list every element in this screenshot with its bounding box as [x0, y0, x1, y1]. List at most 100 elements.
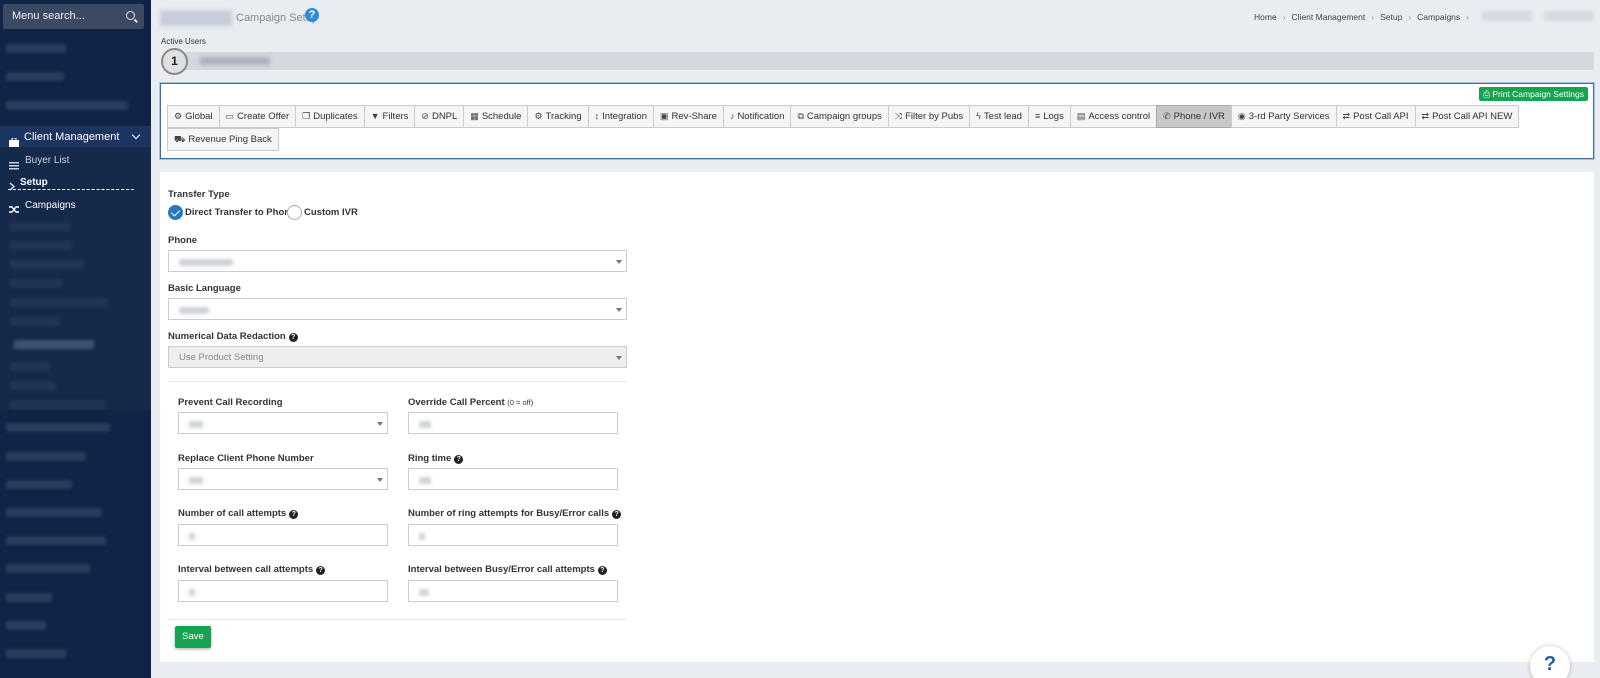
breadcrumb-client-management[interactable]: Client Management	[1292, 12, 1366, 22]
sidebar-item-blurred[interactable]	[10, 362, 50, 371]
tab-duplicates[interactable]: ❐ Duplicates	[295, 105, 365, 128]
tab-tracking[interactable]: ⚙ Tracking	[527, 105, 589, 128]
radio-custom-ivr[interactable]	[287, 205, 302, 220]
input-value-blurred	[419, 477, 431, 484]
phone-select[interactable]	[168, 250, 627, 272]
tab-global[interactable]: ⚙ Global	[167, 105, 220, 128]
label-text: Interval between Busy/Error call attempt…	[408, 564, 595, 575]
sidebar-item-blurred[interactable]	[6, 452, 86, 461]
tab-label: Phone / IVR	[1173, 111, 1225, 122]
sidebar-item-blurred[interactable]	[10, 260, 84, 269]
ring-time-input[interactable]	[408, 468, 618, 490]
sidebar-item-blurred[interactable]	[6, 480, 72, 489]
search-icon[interactable]	[126, 11, 135, 20]
sidebar-item-client-management[interactable]: Client Management	[0, 126, 151, 148]
sidebar-item-setup[interactable]: Setup	[0, 172, 151, 194]
prevent-call-recording-select[interactable]	[178, 412, 388, 434]
question-circle-icon[interactable]: ?	[597, 566, 607, 575]
radio-label[interactable]: Custom IVR	[304, 207, 358, 218]
label-hint: (0 = off)	[507, 398, 534, 407]
sidebar-item-blurred[interactable]	[6, 101, 128, 110]
question-circle-icon[interactable]: ?	[454, 455, 464, 464]
tab-phone-ivr[interactable]: ✆ Phone / IVR	[1156, 105, 1232, 128]
tab-logs[interactable]: ≡ Logs	[1027, 105, 1071, 128]
ring-attempts-label: Number of ring attempts for Busy/Error c…	[408, 508, 622, 519]
sidebar-item-blurred[interactable]	[10, 222, 70, 231]
tab-label: Campaign groups	[806, 111, 882, 122]
credit-card-icon: ▭	[225, 111, 235, 121]
sidebar-item-blurred[interactable]	[6, 423, 110, 432]
tab-campaign-groups[interactable]: ⧉ Campaign groups	[790, 105, 889, 128]
floating-help-button[interactable]: ?	[1530, 646, 1570, 678]
tab-test-lead[interactable]: ϟ Test lead	[969, 105, 1029, 128]
call-attempts-input[interactable]	[178, 524, 388, 546]
tab-notification[interactable]: ♪ Notification	[722, 105, 792, 128]
question-circle-icon[interactable]: ?	[316, 566, 326, 575]
tab-revenue-ping-back[interactable]: ⛟ Revenue Ping Back	[167, 128, 279, 151]
sidebar-item-blurred[interactable]	[10, 400, 106, 409]
interval-busy-attempts-input[interactable]	[408, 580, 618, 602]
label-text: Interval between call attempts	[178, 564, 314, 575]
sidebar-item-blurred[interactable]	[6, 593, 52, 602]
sidebar-item-blurred[interactable]	[6, 536, 106, 545]
tab-label: Create Offer	[237, 111, 290, 122]
tab-schedule[interactable]: ▦ Schedule	[463, 105, 529, 128]
exchange-icon: ⇄	[1342, 111, 1351, 121]
breadcrumb-blurred[interactable]	[1482, 11, 1532, 21]
sidebar-item-blurred[interactable]	[10, 298, 108, 307]
sidebar-item-blurred[interactable]	[6, 564, 90, 573]
override-call-percent-input[interactable]	[408, 412, 618, 434]
tab-create-offer[interactable]: ▭ Create Offer	[218, 105, 297, 128]
sidebar-item-blurred[interactable]	[6, 72, 64, 81]
sidebar-item-blurred[interactable]	[6, 508, 102, 517]
sidebar-item-buyer-list[interactable]: Buyer List	[0, 150, 151, 172]
breadcrumb-campaigns[interactable]: Campaigns	[1417, 12, 1460, 22]
sidebar-item-blurred[interactable]	[10, 279, 62, 288]
sidebar-item-blurred[interactable]	[10, 317, 60, 326]
breadcrumb-setup[interactable]: Setup	[1380, 12, 1402, 22]
tab-post-call-api[interactable]: ⇄ Post Call API	[1335, 105, 1416, 128]
question-circle-icon[interactable]: ?	[289, 510, 299, 519]
breadcrumb-home[interactable]: Home	[1254, 12, 1277, 22]
tab-filter-by-pubs[interactable]: ⤨ Filter by Pubs	[887, 105, 971, 128]
tab-access-control[interactable]: ▤ Access control	[1069, 105, 1158, 128]
phone-icon: ✆	[1163, 111, 1171, 121]
breadcrumb-separator: ›	[1408, 12, 1412, 22]
bolt-icon: ϟ	[976, 111, 981, 121]
menu-search-input[interactable]: Menu search...	[3, 4, 144, 29]
question-circle-icon[interactable]: ?	[288, 333, 298, 342]
sidebar-item-blurred[interactable]	[6, 649, 66, 658]
save-button[interactable]: Save	[175, 626, 211, 648]
tab-post-call-api-new[interactable]: ⇄ Post Call API NEW	[1414, 105, 1520, 128]
numerical-data-redaction-select: Use Product Setting	[168, 346, 627, 368]
tab-integration[interactable]: ↕ Integration	[587, 105, 654, 128]
sidebar-item-blurred[interactable]	[14, 340, 94, 349]
tab-label: Schedule	[481, 111, 522, 122]
input-value-blurred	[419, 589, 429, 596]
replace-client-phone-select[interactable]	[178, 468, 388, 490]
tab-filters[interactable]: ▼ Filters	[363, 105, 416, 128]
sidebar: Menu search... Client Management Buyer L…	[0, 0, 151, 678]
caret-down-icon	[616, 356, 622, 360]
calendar-icon: ▦	[470, 111, 479, 121]
radio-direct-transfer[interactable]	[168, 205, 183, 220]
interval-call-attempts-input[interactable]	[178, 580, 388, 602]
sidebar-item-blurred[interactable]	[6, 44, 66, 53]
help-icon[interactable]: ?	[305, 8, 319, 22]
caret-down-icon	[616, 308, 622, 312]
print-campaign-settings-button[interactable]: ⎙ Print Campaign Settings	[1479, 87, 1588, 101]
tab-rev-share[interactable]: ▣ Rev-Share	[653, 105, 724, 128]
ring-attempts-input[interactable]	[408, 524, 618, 546]
label-text: Number of call attempts	[178, 508, 287, 519]
basic-language-select[interactable]	[168, 298, 627, 320]
sidebar-item-blurred[interactable]	[10, 241, 72, 250]
basic-language-label: Basic Language	[168, 283, 241, 294]
sidebar-item-campaigns[interactable]: Campaigns	[0, 195, 151, 217]
radio-label[interactable]: Direct Transfer to Phone	[185, 207, 295, 218]
question-circle-icon[interactable]: ?	[612, 510, 622, 519]
cogs-icon: ⚙	[534, 111, 543, 121]
sidebar-item-blurred[interactable]	[6, 621, 46, 630]
tab-dnpl[interactable]: ⊘ DNPL	[414, 105, 465, 128]
sidebar-item-blurred[interactable]	[10, 381, 56, 390]
tab-3-rd-party-services[interactable]: ◉ 3-rd Party Services	[1230, 105, 1337, 128]
